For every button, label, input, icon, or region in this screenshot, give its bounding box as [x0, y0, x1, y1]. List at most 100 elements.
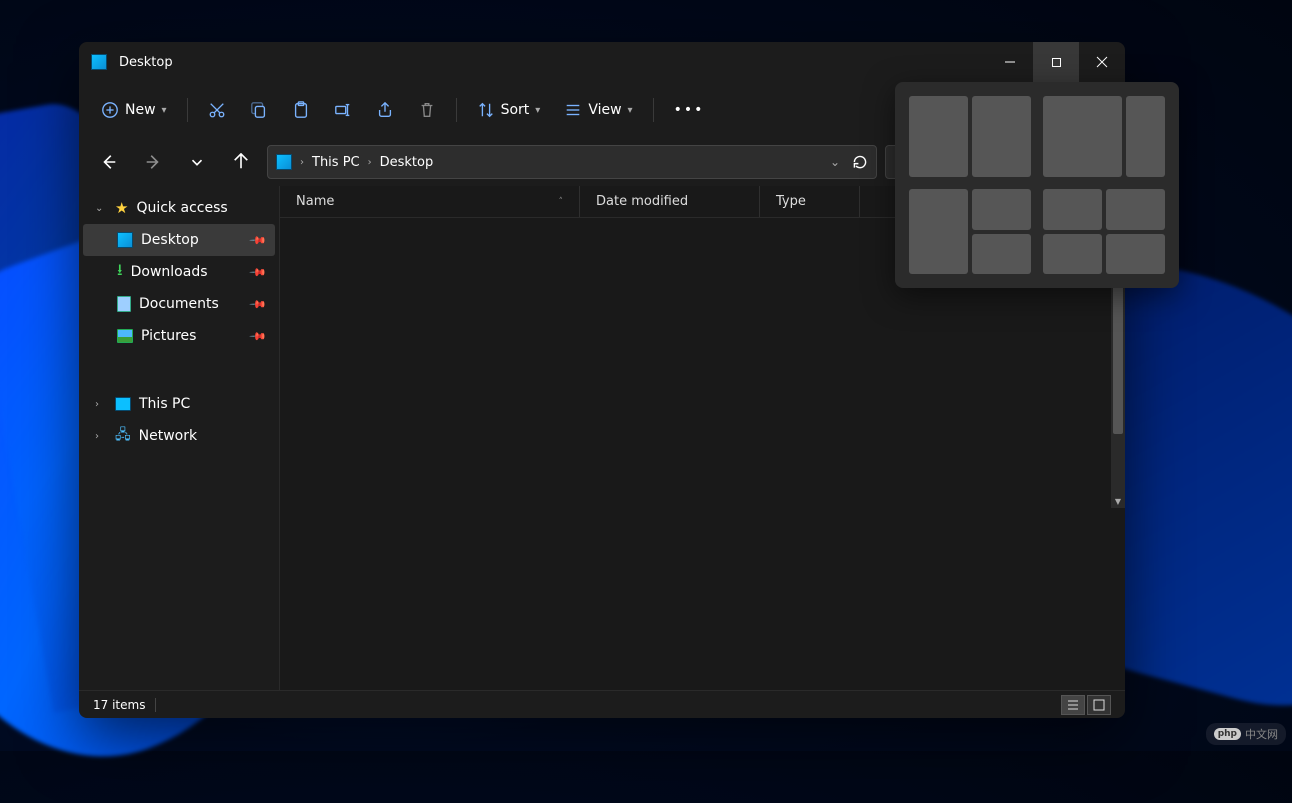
snap-zone[interactable]: [909, 96, 968, 177]
item-count: 17 items: [93, 698, 145, 712]
watermark: php 中文网: [1206, 723, 1286, 745]
new-button[interactable]: New ▾: [91, 92, 177, 128]
more-button[interactable]: •••: [664, 92, 715, 128]
scissors-icon: [208, 101, 226, 119]
column-date-label: Date modified: [596, 194, 688, 209]
close-icon: [1096, 56, 1108, 68]
delete-button[interactable]: [408, 92, 446, 128]
snap-zone[interactable]: [909, 189, 968, 274]
maximize-button[interactable]: [1033, 42, 1079, 82]
minimize-button[interactable]: [987, 42, 1033, 82]
snap-zone[interactable]: [1126, 96, 1165, 177]
sidebar-item-label: Documents: [139, 296, 219, 312]
plus-circle-icon: [101, 101, 119, 119]
column-date[interactable]: Date modified: [580, 186, 760, 217]
pin-icon: 📌: [249, 327, 268, 346]
back-button[interactable]: [91, 144, 127, 180]
navigation-pane: ⌄ ★ Quick access Desktop 📌 ⭳ Downloads 📌…: [79, 186, 279, 690]
sidebar-item-label: Downloads: [131, 264, 208, 280]
details-icon: [1067, 699, 1079, 711]
forward-button[interactable]: [135, 144, 171, 180]
quick-access-label: Quick access: [136, 200, 227, 216]
refresh-icon[interactable]: [852, 154, 868, 170]
close-button[interactable]: [1079, 42, 1125, 82]
chevron-down-icon[interactable]: ⌄: [830, 155, 840, 169]
network-label: Network: [139, 428, 197, 444]
sort-label: Sort: [501, 102, 530, 118]
network-icon: 🖧: [115, 424, 131, 448]
chevron-down-icon: ⌄: [95, 203, 107, 214]
copy-button[interactable]: [240, 92, 278, 128]
view-toggle: [1061, 695, 1111, 715]
minimize-icon: [1004, 56, 1016, 68]
separator: [653, 98, 654, 122]
status-bar: 17 items: [79, 690, 1125, 718]
snap-zone[interactable]: [1043, 189, 1102, 230]
thumbnails-view-button[interactable]: [1087, 695, 1111, 715]
snap-zone[interactable]: [1106, 234, 1165, 275]
chevron-right-icon: ›: [368, 157, 372, 168]
view-label: View: [588, 102, 621, 118]
snap-zone[interactable]: [1043, 96, 1122, 177]
pc-icon: [115, 397, 131, 411]
window-title: Desktop: [119, 55, 987, 70]
rename-button[interactable]: [324, 92, 362, 128]
share-icon: [376, 101, 394, 119]
snap-layout-split-2: [909, 96, 1031, 177]
snap-layouts-flyout: [895, 82, 1179, 288]
titlebar[interactable]: Desktop: [79, 42, 1125, 82]
scroll-down-icon[interactable]: ▼: [1111, 494, 1125, 508]
column-name[interactable]: Name ˄: [280, 186, 580, 217]
chevron-down-icon: [188, 153, 206, 171]
breadcrumb-current[interactable]: Desktop: [380, 155, 434, 170]
chevron-right-icon: ›: [95, 431, 107, 442]
snap-zone[interactable]: [972, 189, 1031, 230]
address-bar[interactable]: › This PC › Desktop ⌄: [267, 145, 877, 179]
column-type[interactable]: Type: [760, 186, 860, 217]
sort-button[interactable]: Sort ▾: [467, 92, 551, 128]
new-label: New: [125, 102, 156, 118]
up-button[interactable]: [223, 144, 259, 180]
chevron-right-icon: ›: [300, 157, 304, 168]
copy-icon: [250, 101, 268, 119]
cut-button[interactable]: [198, 92, 236, 128]
share-button[interactable]: [366, 92, 404, 128]
sidebar-item-documents[interactable]: Documents 📌: [83, 288, 275, 320]
snap-layout-split-3: [909, 189, 1031, 274]
picture-icon: [117, 329, 133, 343]
breadcrumb-root[interactable]: This PC: [312, 155, 360, 170]
sidebar-item-downloads[interactable]: ⭳ Downloads 📌: [83, 256, 275, 288]
view-list-icon: [564, 101, 582, 119]
pin-icon: 📌: [249, 231, 268, 250]
details-view-button[interactable]: [1061, 695, 1085, 715]
sidebar-quick-access[interactable]: ⌄ ★ Quick access: [83, 192, 275, 224]
sidebar-this-pc[interactable]: › This PC: [83, 388, 275, 420]
maximize-icon: [1051, 57, 1062, 68]
snap-zone[interactable]: [1106, 189, 1165, 230]
file-list[interactable]: ▲ ▼: [280, 218, 1125, 690]
pin-icon: 📌: [249, 295, 268, 314]
sidebar-item-pictures[interactable]: Pictures 📌: [83, 320, 275, 352]
sidebar-item-desktop[interactable]: Desktop 📌: [83, 224, 275, 256]
snap-zone[interactable]: [972, 96, 1031, 177]
star-icon: ★: [115, 199, 128, 217]
snap-layout-split-2-wide: [1043, 96, 1165, 177]
column-name-label: Name: [296, 194, 334, 209]
download-icon: ⭳: [117, 259, 123, 286]
recent-button[interactable]: [179, 144, 215, 180]
chevron-down-icon: ▾: [535, 105, 540, 116]
rename-icon: [334, 101, 352, 119]
desktop-icon: [276, 154, 292, 170]
pin-icon: 📌: [249, 263, 268, 282]
snap-zone[interactable]: [1043, 234, 1102, 275]
separator: [187, 98, 188, 122]
desktop-icon: [117, 232, 133, 248]
desktop-icon: [91, 54, 107, 70]
sort-indicator-icon: ˄: [559, 197, 564, 207]
arrow-right-icon: [144, 153, 162, 171]
snap-zone[interactable]: [972, 234, 1031, 275]
view-button[interactable]: View ▾: [554, 92, 642, 128]
sidebar-network[interactable]: › 🖧 Network: [83, 420, 275, 452]
document-icon: [117, 296, 131, 312]
paste-button[interactable]: [282, 92, 320, 128]
